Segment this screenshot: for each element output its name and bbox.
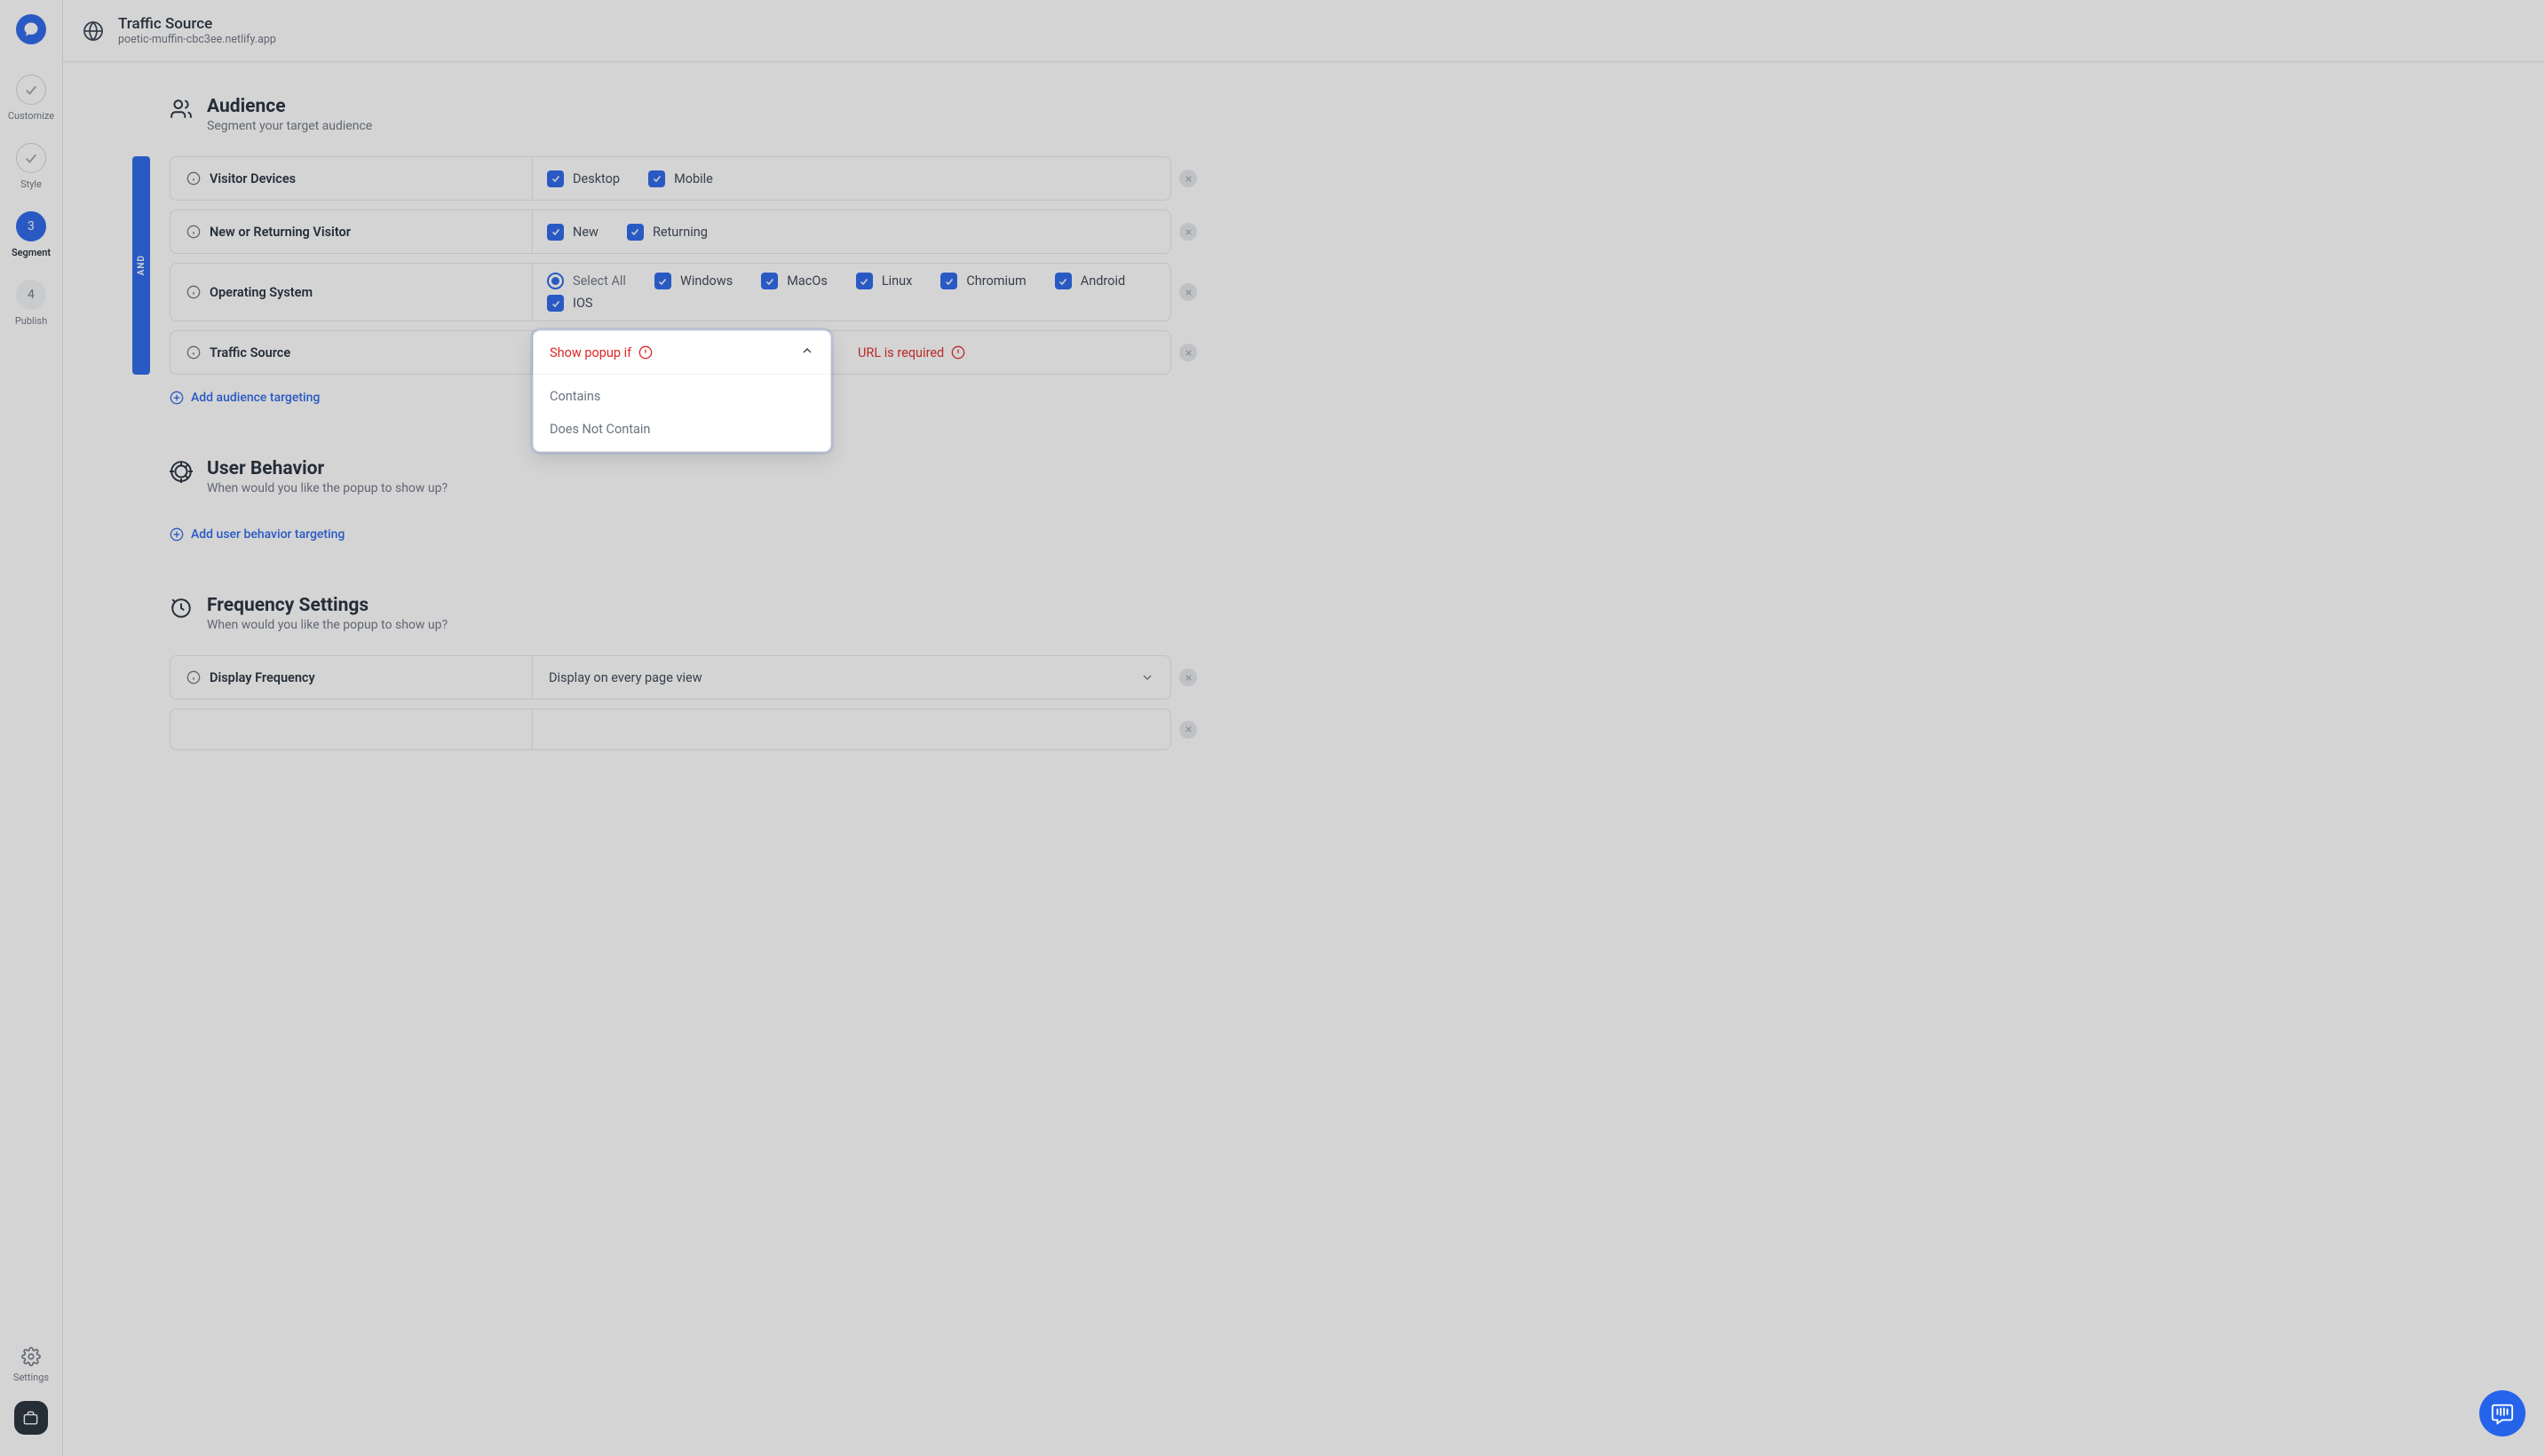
- chevron-up-icon[interactable]: [800, 344, 814, 361]
- remove-rule-button[interactable]: [1179, 283, 1197, 301]
- section-subtitle: Segment your target audience: [207, 119, 372, 133]
- step-customize[interactable]: Customize: [8, 75, 54, 122]
- checkbox-desktop[interactable]: Desktop: [547, 170, 620, 187]
- intercom-launcher[interactable]: [2479, 1390, 2525, 1436]
- step-style[interactable]: Style: [16, 143, 46, 190]
- show-popup-if-dropdown[interactable]: Show popup if Contains Does Not Contain: [533, 330, 831, 452]
- briefcase-button[interactable]: [14, 1401, 48, 1435]
- section-title-frequency: Frequency Settings: [207, 595, 448, 616]
- checkbox-mobile[interactable]: Mobile: [648, 170, 713, 187]
- checkbox-macos[interactable]: MacOs: [761, 273, 828, 289]
- url-required-error: URL is required: [858, 345, 965, 360]
- rule-operating-system: Operating System Select All Windows MacO…: [170, 263, 1171, 321]
- info-icon[interactable]: [186, 171, 201, 186]
- checkbox-linux[interactable]: Linux: [856, 273, 913, 289]
- globe-icon: [83, 20, 104, 42]
- step-segment[interactable]: 3 Segment: [12, 211, 51, 258]
- rule-visitor-devices: Visitor Devices Desktop Mobile: [170, 156, 1171, 201]
- rule-display-frequency: Display Frequency Display on every page …: [170, 655, 1171, 700]
- remove-rule-button[interactable]: [1179, 223, 1197, 241]
- step-label: Style: [20, 178, 42, 190]
- settings-button[interactable]: Settings: [13, 1347, 49, 1383]
- info-icon[interactable]: [186, 670, 201, 684]
- rule-traffic-source: Traffic Source URL is required: [170, 330, 1171, 375]
- dropdown-option-does-not-contain[interactable]: Does Not Contain: [534, 413, 830, 446]
- audience-icon: [170, 98, 193, 121]
- section-title-audience: Audience: [207, 96, 372, 117]
- remove-rule-button[interactable]: [1179, 721, 1197, 739]
- error-icon: [638, 345, 653, 360]
- checkbox-android[interactable]: Android: [1055, 273, 1125, 289]
- section-title-behavior: User Behavior: [207, 458, 448, 479]
- radio-select-all[interactable]: Select All: [547, 273, 626, 289]
- display-frequency-select[interactable]: Display on every page view: [533, 656, 1170, 699]
- step-publish[interactable]: 4 Publish: [15, 280, 47, 327]
- checkbox-chromium[interactable]: Chromium: [940, 273, 1026, 289]
- remove-rule-button[interactable]: [1179, 344, 1197, 361]
- dropdown-option-contains[interactable]: Contains: [534, 380, 830, 413]
- rule-empty: [170, 708, 1171, 750]
- checkbox-windows[interactable]: Windows: [654, 273, 733, 289]
- checkbox-returning[interactable]: Returning: [627, 224, 708, 241]
- add-user-behavior-targeting-button[interactable]: Add user behavior targeting: [170, 527, 1171, 542]
- step-label: Publish: [15, 315, 47, 327]
- checkbox-ios[interactable]: IOS: [547, 295, 593, 312]
- and-label: AND: [137, 255, 147, 275]
- frequency-icon: [170, 597, 193, 620]
- page-subtitle: poetic-muffin-cbc3ee.netlify.app: [118, 33, 276, 46]
- section-subtitle: When would you like the popup to show up…: [207, 618, 448, 632]
- checkbox-new[interactable]: New: [547, 224, 599, 241]
- remove-rule-button[interactable]: [1179, 170, 1197, 187]
- info-icon[interactable]: [186, 285, 201, 299]
- remove-rule-button[interactable]: [1179, 669, 1197, 686]
- header: Traffic Source poetic-muffin-cbc3ee.netl…: [63, 0, 2545, 62]
- error-icon: [951, 345, 965, 360]
- info-icon[interactable]: [186, 345, 201, 360]
- info-icon[interactable]: [186, 225, 201, 239]
- page-title: Traffic Source: [118, 15, 276, 33]
- step-label: Segment: [12, 247, 51, 258]
- chevron-down-icon: [1140, 670, 1154, 684]
- section-subtitle: When would you like the popup to show up…: [207, 481, 448, 495]
- sidebar: Customize Style 3 Segment 4 Publish Sett…: [0, 0, 63, 1456]
- step-label: Customize: [8, 110, 54, 122]
- app-logo[interactable]: [16, 14, 46, 44]
- behavior-icon: [170, 460, 193, 483]
- rule-new-returning: New or Returning Visitor New Returning: [170, 210, 1171, 254]
